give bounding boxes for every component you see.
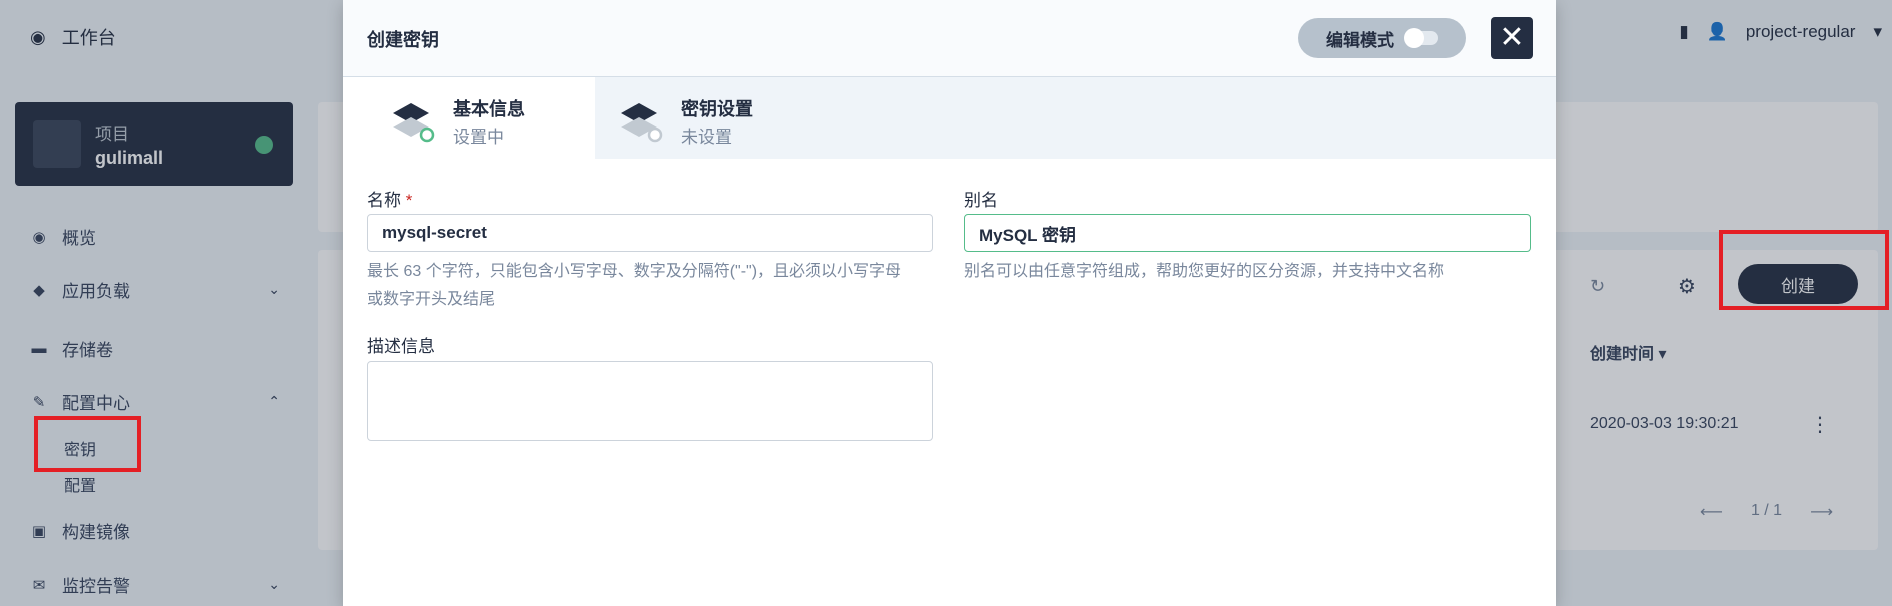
name-label-text: 名称 (367, 191, 401, 210)
close-icon: ✕ (1499, 21, 1525, 54)
tab-title: 基本信息 (453, 99, 525, 119)
step-tabs: 基本信息 设置中 密钥设置 未设置 (367, 77, 1556, 159)
alias-label: 别名 (964, 191, 998, 210)
name-hint-line: 最长 63 个字符，只能包含小写字母、数字及分隔符("-")，且必须以小写字母 (367, 263, 902, 280)
alias-input[interactable]: MySQL 密钥 (964, 214, 1531, 252)
name-input[interactable]: mysql-secret (367, 214, 933, 252)
name-hint-line: 或数字开头及结尾 (367, 291, 496, 308)
highlight-secrets-nav (34, 416, 141, 472)
tab-basic-info[interactable]: 基本信息 设置中 (367, 77, 595, 159)
toggle-switch[interactable] (1404, 28, 1438, 48)
close-button[interactable]: ✕ (1491, 17, 1533, 59)
alias-input-value: MySQL 密钥 (979, 225, 1076, 245)
description-textarea[interactable] (367, 361, 933, 441)
create-secret-dialog: 创建密钥 编辑模式 ✕ 基本信息 设置中 密钥设置 未设置 名称 * mysql… (343, 0, 1556, 606)
description-label: 描述信息 (367, 337, 435, 356)
name-label: 名称 * (367, 186, 412, 211)
tab-title: 密钥设置 (681, 99, 753, 119)
layers-icon (393, 103, 435, 143)
tab-status: 设置中 (453, 128, 504, 147)
dialog-title: 创建密钥 (367, 30, 439, 50)
tab-secret-settings[interactable]: 密钥设置 未设置 (595, 77, 823, 159)
dialog-header: 创建密钥 编辑模式 ✕ (343, 0, 1556, 77)
name-hint: 最长 63 个字符，只能包含小写字母、数字及分隔符("-")，且必须以小写字母 … (367, 258, 933, 314)
name-input-value: mysql-secret (382, 223, 487, 242)
highlight-create-button (1719, 230, 1889, 310)
edit-mode-label: 编辑模式 (1326, 30, 1394, 50)
edit-mode-toggle[interactable]: 编辑模式 (1298, 18, 1466, 58)
alias-hint: 别名可以由任意字符组成，帮助您更好的区分资源，并支持中文名称 (964, 263, 1445, 280)
layers-icon (621, 103, 663, 143)
required-marker: * (405, 191, 413, 210)
tab-status: 未设置 (681, 128, 732, 147)
